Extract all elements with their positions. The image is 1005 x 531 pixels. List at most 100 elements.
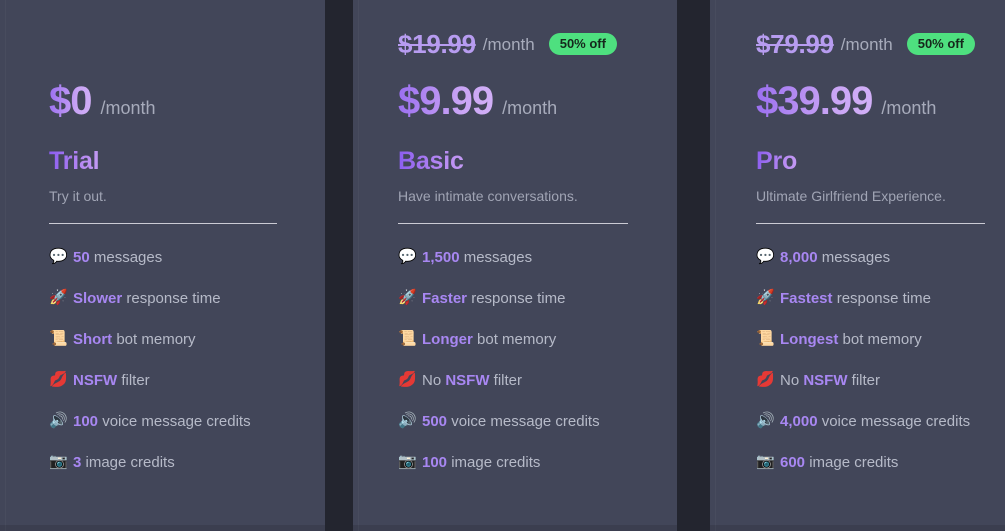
feature-rest: voice message credits [447,413,600,430]
feature-label: No NSFW filter [422,369,522,393]
feature-rest: bot memory [472,331,557,348]
feature-item: 💬 8,000 messages [756,246,1005,270]
feature-highlight: 1,500 [422,249,460,266]
speech-balloon-icon: 💬 [398,247,417,265]
rocket-icon: 🚀 [756,288,775,306]
pricing-plans-container: $0 /month Trial Try it out. 💬 50 messages… [0,0,1005,531]
card-edge-line [715,0,716,531]
price-row: $0 /month [49,81,325,121]
feature-item: 🚀 Fastest response time [756,287,1005,311]
plan-name: Pro [756,147,798,175]
price-row: $39.99 /month [756,81,1005,121]
feature-item: 💋 NSFW filter [49,369,325,393]
feature-item: 📜 Longest bot memory [756,328,1005,352]
feature-rest: voice message credits [98,413,251,430]
feature-list: 💬 8,000 messages 🚀 Fastest response time 📜 Lo… [756,246,1005,475]
feature-item: 🚀 Slower response time [49,287,325,311]
feature-highlight: 8,000 [780,249,818,266]
feature-highlight: 4,000 [780,413,818,430]
scroll-icon: 📜 [398,329,417,347]
feature-rest: messages [817,249,891,266]
plan-description: Try it out. [49,188,107,204]
pricing-card-pro[interactable]: $79.99 /month 50% off $39.99 /month Pro … [710,0,1005,531]
feature-item: 💋 No NSFW filter [756,369,1005,393]
rocket-icon: 🚀 [398,288,417,306]
feature-label: Slower response time [73,287,221,311]
plan-description: Have intimate conversations. [398,188,578,204]
plan-name: Trial [49,147,100,175]
discount-badge: 50% off [906,33,975,55]
feature-rest: messages [89,249,163,266]
old-price-period-label: /month [840,34,893,54]
rocket-icon: 🚀 [49,288,68,306]
card-edge-line [358,0,359,531]
feature-highlight: NSFW [73,372,118,389]
feature-label: Faster response time [422,287,565,311]
feature-rest: bot memory [838,331,922,348]
feature-item: 💋 No NSFW filter [398,369,677,393]
feature-rest: response time [467,290,566,307]
feature-rest: filter [489,372,523,389]
speaker-icon: 🔊 [756,411,775,429]
scroll-icon: 📜 [756,329,775,347]
card-edge-line [5,0,6,531]
feature-rest: filter [847,372,881,389]
feature-highlight: 50 [73,249,90,266]
price-amount: $39.99 [756,79,873,123]
plan-name: Basic [398,147,464,175]
kiss-mark-icon: 💋 [49,370,68,388]
feature-item: 📷 3 image credits [49,451,325,475]
pricing-card-trial[interactable]: $0 /month Trial Try it out. 💬 50 messages… [0,0,325,531]
feature-highlight: 600 [780,454,806,471]
feature-label: 8,000 messages [780,246,890,270]
feature-label: 4,000 voice message credits [780,410,970,434]
kiss-mark-icon: 💋 [756,370,775,388]
feature-label: Longest bot memory [780,328,922,352]
feature-rest: messages [459,249,533,266]
feature-highlight: NSFW [445,372,490,389]
card-divider [49,223,277,224]
speech-balloon-icon: 💬 [49,247,68,265]
feature-label: 50 messages [73,246,162,270]
speech-balloon-icon: 💬 [756,247,775,265]
feature-highlight: Longer [422,331,473,348]
discount-badge: 50% off [548,33,617,55]
card-bottom-edge [353,525,677,531]
feature-list: 💬 1,500 messages 🚀 Faster response time 📜 Lon… [398,246,677,475]
feature-item: 🔊 100 voice message credits [49,410,325,434]
pricing-card-basic[interactable]: $19.99 /month 50% off $9.99 /month Basic… [353,0,677,531]
plan-description: Ultimate Girlfriend Experience. [756,188,946,204]
feature-prefix: No [422,372,446,389]
feature-label: Longer bot memory [422,328,556,352]
price-amount: $9.99 [398,79,494,123]
feature-label: NSFW filter [73,369,150,393]
feature-highlight: Slower [73,290,123,307]
feature-label: 600 image credits [780,451,898,475]
feature-rest: bot memory [112,331,196,348]
kiss-mark-icon: 💋 [398,370,417,388]
price-period-label: /month [502,98,558,118]
feature-item: 🚀 Faster response time [398,287,677,311]
feature-rest: image credits [805,454,899,471]
camera-icon: 📷 [398,452,417,470]
scroll-icon: 📜 [49,329,68,347]
feature-highlight: 100 [422,454,448,471]
feature-item: 📷 600 image credits [756,451,1005,475]
feature-rest: filter [117,372,150,389]
feature-item: 🔊 4,000 voice message credits [756,410,1005,434]
feature-label: 1,500 messages [422,246,532,270]
speaker-icon: 🔊 [49,411,68,429]
feature-highlight: 500 [422,413,448,430]
old-price-row: $79.99 /month 50% off [756,29,1005,59]
price-period-label: /month [100,98,156,118]
feature-label: 100 voice message credits [73,410,251,434]
feature-highlight: Fastest [780,290,833,307]
feature-rest: response time [832,290,931,307]
feature-highlight: 100 [73,413,99,430]
camera-icon: 📷 [49,452,68,470]
price-amount: $0 [49,79,92,123]
feature-label: No NSFW filter [780,369,880,393]
feature-item: 💬 1,500 messages [398,246,677,270]
camera-icon: 📷 [756,452,775,470]
feature-highlight: Short [73,331,113,348]
